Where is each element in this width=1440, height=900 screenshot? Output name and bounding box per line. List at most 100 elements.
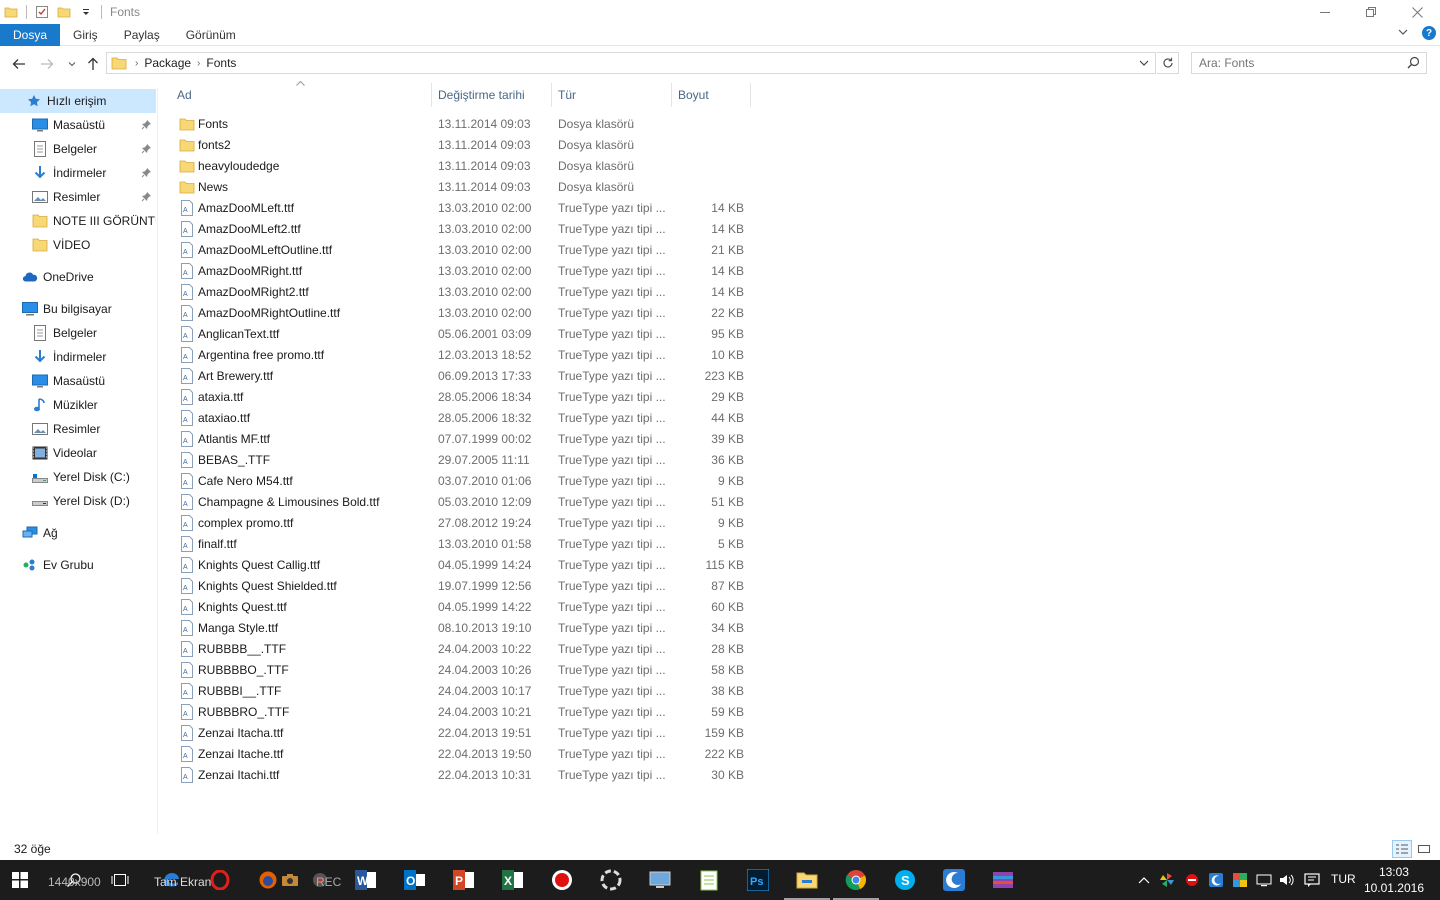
clock[interactable]: 13:03 10.01.2016 [1364,864,1424,896]
breadcrumb-package[interactable]: Package [138,56,197,70]
recent-locations-icon[interactable] [61,53,83,75]
forward-button[interactable] [36,53,58,75]
colorful-tray-icon[interactable] [1232,872,1248,888]
tab-dosya[interactable]: Dosya [0,23,61,46]
sidebar-item-pc-desktop[interactable]: Masaüstü [0,369,156,393]
table-row[interactable]: A Zenzai Itache.ttf 22.04.2013 19:50 TrueTy… [173,743,753,764]
camera-icon[interactable] [276,866,304,894]
table-row[interactable]: A RUBBBB__.TTF 24.04.2003 10:22 TrueType ya… [173,638,753,659]
notification-icon[interactable] [1304,872,1320,888]
new-folder-icon[interactable] [55,3,73,21]
details-view-button[interactable] [1392,840,1412,858]
remote-desktop-icon[interactable] [646,866,674,894]
sidebar-item-videos[interactable]: Videolar [0,441,156,465]
table-row[interactable]: A AmazDooMLeftOutline.ttf 13.03.2010 02:00… [173,239,753,260]
table-row[interactable]: A Manga Style.ttf 08.10.2013 19:10 TrueType… [173,617,753,638]
pin-icon[interactable] [141,143,152,157]
show-hidden-icons-button[interactable] [1136,872,1152,888]
sidebar-item-pc-documents[interactable]: Belgeler [0,321,156,345]
red-tray-icon[interactable] [1184,872,1200,888]
help-icon[interactable]: ? [1422,26,1436,40]
table-row[interactable]: A Knights Quest Callig.ttf 04.05.1999 14:2… [173,554,753,575]
table-row[interactable]: A RUBBBRO_.TTF 24.04.2003 10:21 TrueType ya… [173,701,753,722]
column-divider[interactable] [750,83,751,107]
task-view-button[interactable] [106,866,134,894]
table-row[interactable]: Aataxia.ttf 28.05.2006 18:34 TrueType yazı… [173,386,753,407]
table-row[interactable]: A BEBAS_.TTF 29.07.2005 11:11 TrueType yazı… [173,449,753,470]
record-button-icon[interactable] [548,866,576,894]
table-row[interactable]: A Cafe Nero M54.ttf 03.07.2010 01:06 TrueTy… [173,470,753,491]
table-row[interactable]: A AmazDooMRight.ttf 13.03.2010 02:00 TrueTy… [173,260,753,281]
table-row[interactable]: Acomplex promo.ttf 27.08.2012 19:24 TrueTy… [173,512,753,533]
pin-icon[interactable] [141,191,152,205]
address-bar[interactable]: › Package › Fonts [106,52,1156,74]
sidebar-item-pc-pictures[interactable]: Resimler [0,417,156,441]
tab-paylas[interactable]: Paylaş [111,24,173,46]
sidebar-item-quick-access[interactable]: Hızlı erişim [0,89,156,113]
photoshop-icon[interactable]: Ps [744,866,772,894]
table-row[interactable]: A AmazDooMRight2.ttf 13.03.2010 02:00 TrueT… [173,281,753,302]
table-row[interactable]: fonts2 13.11.2014 09:03 Dosya klasörü [173,134,753,155]
crescent-app-icon[interactable] [940,866,968,894]
sidebar-item-drive-d[interactable]: Yerel Disk (D:) [0,489,156,513]
table-row[interactable]: A Knights Quest.ttf 04.05.1999 14:22 TrueTy… [173,596,753,617]
column-header-size[interactable]: Boyut [672,83,750,107]
table-row[interactable]: A Art Brewery.ttf 06.09.2013 17:33 TrueType… [173,365,753,386]
restore-button[interactable] [1348,0,1394,24]
sidebar-item-homegroup[interactable]: Ev Grubu [0,553,156,577]
sidebar-item-onedrive[interactable]: OneDrive [0,265,156,289]
table-row[interactable]: A RUBBBBO_.TTF 24.04.2003 10:26 TrueType ya… [173,659,753,680]
file-list[interactable]: Ad Değiştirme tarihi Tür Boyut Fonts 13.1… [160,80,1440,835]
refresh-button[interactable] [1157,52,1179,74]
sidebar-item-network[interactable]: Ağ [0,521,156,545]
tab-giris[interactable]: Giriş [60,24,111,46]
table-row[interactable]: A AmazDooMRightOutline.ttf 13.03.2010 02:0… [173,302,753,323]
chrome-icon[interactable] [833,866,879,900]
table-row[interactable]: Afinalf.ttf 13.03.2010 01:58 TrueType yazı… [173,533,753,554]
sidebar-item-documents[interactable]: Belgeler [0,137,156,161]
powerpoint-icon[interactable]: P [450,866,478,894]
excel-icon[interactable]: X [499,866,527,894]
opera-icon[interactable] [206,866,234,894]
customize-qat-icon[interactable] [77,3,95,21]
up-button[interactable] [82,53,104,75]
sidebar-item-pc-downloads[interactable]: İndirmeler [0,345,156,369]
column-header-type[interactable]: Tür [552,83,670,107]
sidebar-item-note-iii[interactable]: NOTE III GÖRÜNTÜ [0,209,156,233]
search-icon[interactable] [1407,56,1420,72]
table-row[interactable]: A AmazDooMLeft2.ttf 13.03.2010 02:00 TrueTy… [173,218,753,239]
pin-icon[interactable] [141,167,152,181]
table-row[interactable]: A AnglicanText.ttf 05.06.2001 03:09 TrueTyp… [173,323,753,344]
table-row[interactable]: A Argentina free promo.ttf 12.03.2013 18:5… [173,344,753,365]
search-input[interactable] [1192,56,1392,70]
table-row[interactable]: News 13.11.2014 09:03 Dosya klasörü [173,176,753,197]
notepad-icon[interactable] [695,866,723,894]
large-icons-view-button[interactable] [1414,840,1434,858]
properties-icon[interactable] [33,3,51,21]
search-box[interactable] [1191,52,1427,74]
volume-icon[interactable] [1279,872,1295,888]
table-row[interactable]: Aataxiao.ttf 28.05.2006 18:32 TrueType yaz… [173,407,753,428]
table-row[interactable]: A Zenzai Itachi.ttf 22.04.2013 10:31 TrueTy… [173,764,753,785]
column-header-date[interactable]: Değiştirme tarihi [432,83,550,107]
back-button[interactable] [8,53,30,75]
close-button[interactable] [1394,0,1440,24]
table-row[interactable]: A Zenzai Itacha.ttf 22.04.2013 19:51 TrueTy… [173,722,753,743]
pin-icon[interactable] [141,119,152,133]
network-tray-icon[interactable] [1256,872,1272,888]
sidebar-item-this-pc[interactable]: Bu bilgisayar [0,297,156,321]
archive-icon[interactable] [989,866,1017,894]
file-explorer-icon[interactable] [784,866,830,900]
table-row[interactable]: A Atlantis MF.ttf 07.07.1999 00:02 TrueType… [173,428,753,449]
sidebar-item-video[interactable]: VİDEO [0,233,156,257]
pinwheel-tray-icon[interactable] [1159,872,1175,888]
sidebar-item-downloads[interactable]: İndirmeler [0,161,156,185]
column-header-name[interactable]: Ad [171,83,431,107]
table-row[interactable]: A RUBBBI__.TTF 24.04.2003 10:17 TrueType ya… [173,680,753,701]
breadcrumb-fonts[interactable]: Fonts [200,56,242,70]
table-row[interactable]: A Champagne & Limousines Bold.ttf 05.03.20… [173,491,753,512]
tab-gorunum[interactable]: Görünüm [173,24,249,46]
table-row[interactable]: A AmazDooMLeft.ttf 13.03.2010 02:00 TrueTyp… [173,197,753,218]
word-icon[interactable]: W [352,866,380,894]
sidebar-item-drive-c[interactable]: Yerel Disk (C:) [0,465,156,489]
